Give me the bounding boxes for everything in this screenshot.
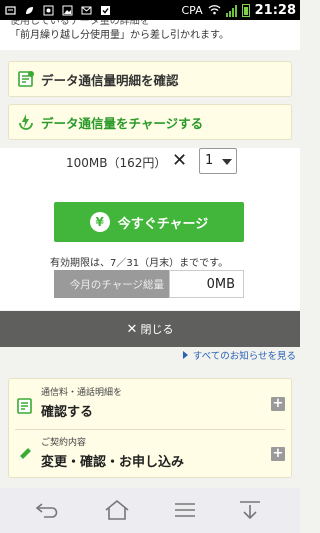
data-detail-button[interactable]: データ通信量明細を確認 — [8, 61, 292, 97]
all-notices-link[interactable]: すべてのお知らせを見る — [182, 348, 296, 362]
screenshot-icon — [42, 4, 54, 16]
total-value: 0MB — [169, 270, 244, 298]
expiry-text: 有効期限は、7／31（月末）までです。 — [50, 258, 229, 269]
status-bar: CPA 21:28 — [0, 0, 300, 20]
data-charge-label: データ通信量をチャージする — [41, 115, 204, 131]
billing-detail-big: 確認する — [41, 405, 94, 420]
billing-detail-item[interactable]: 通信料・通話明細を 確認する + — [9, 379, 291, 429]
charge-bolt-icon — [17, 113, 35, 131]
times-icon: ✕ — [172, 150, 188, 171]
billing-detail-small: 通信料・通話明細を — [41, 388, 123, 398]
image-icon — [61, 4, 73, 16]
mail-icon — [80, 4, 92, 16]
close-icon: ✕ — [126, 321, 138, 337]
quantity-value: 1 — [205, 153, 214, 168]
clock: 21:28 — [254, 3, 296, 18]
contract-big: 変更・確認・お申し込み — [41, 455, 185, 470]
plus-icon: + — [271, 446, 285, 461]
account-menu: 通信料・通話明細を 確認する + ご契約内容 変更・確認・お申し込み + — [8, 378, 292, 478]
plus-icon: + — [271, 396, 285, 411]
pencil-icon — [16, 445, 34, 463]
download-icon[interactable] — [235, 498, 265, 522]
chevron-down-icon — [222, 159, 232, 165]
charge-panel: 100MB（162円） ✕ 1 ¥ 今すぐチャージ 有効期限は、7／31（月末）… — [0, 148, 300, 310]
quantity-select[interactable]: 1 — [199, 148, 237, 174]
total-label: 今月のチャージ総量 — [54, 270, 169, 298]
monthly-charge-total: 今月のチャージ総量 0MB — [54, 270, 244, 298]
charge-now-button[interactable]: ¥ 今すぐチャージ — [54, 202, 244, 242]
contract-small: ご契約内容 — [41, 438, 87, 448]
arrow-right-icon — [182, 351, 188, 359]
back-icon[interactable] — [33, 498, 63, 522]
notification-icon — [4, 4, 16, 16]
leaf-icon — [23, 4, 35, 16]
contract-item[interactable]: ご契約内容 変更・確認・お申し込み + — [9, 429, 291, 479]
wifi-icon — [208, 4, 221, 18]
battery-icon — [241, 4, 250, 17]
close-label: 閉じる — [140, 323, 174, 336]
navigation-bar — [0, 488, 300, 533]
intro-text: 使用しているデータ量の詳細を 「前月繰り越し分使用量」から差し引かれます。 — [0, 20, 300, 50]
charge-now-label: 今すぐチャージ — [117, 216, 209, 232]
all-notices-label: すべてのお知らせを見る — [192, 351, 296, 362]
document-icon — [16, 397, 34, 415]
yen-icon: ¥ — [89, 212, 110, 232]
intro-text-line2: 「前月繰り越し分使用量」から差し引かれます。 — [10, 30, 229, 41]
data-detail-label: データ通信量明細を確認 — [41, 72, 179, 88]
intro-text-line1: 使用しているデータ量の詳細を — [10, 20, 150, 27]
close-button[interactable]: ✕ 閉じる — [0, 311, 300, 347]
document-check-icon — [17, 70, 35, 88]
carrier-label: CPA — [181, 4, 203, 17]
home-icon[interactable] — [102, 498, 132, 522]
signal-icon — [225, 4, 237, 17]
charge-amount-text: 100MB（162円） — [66, 156, 167, 170]
menu-icon[interactable] — [170, 498, 200, 522]
checkbox-icon — [99, 4, 111, 16]
data-charge-toggle[interactable]: データ通信量をチャージする — [8, 104, 292, 140]
